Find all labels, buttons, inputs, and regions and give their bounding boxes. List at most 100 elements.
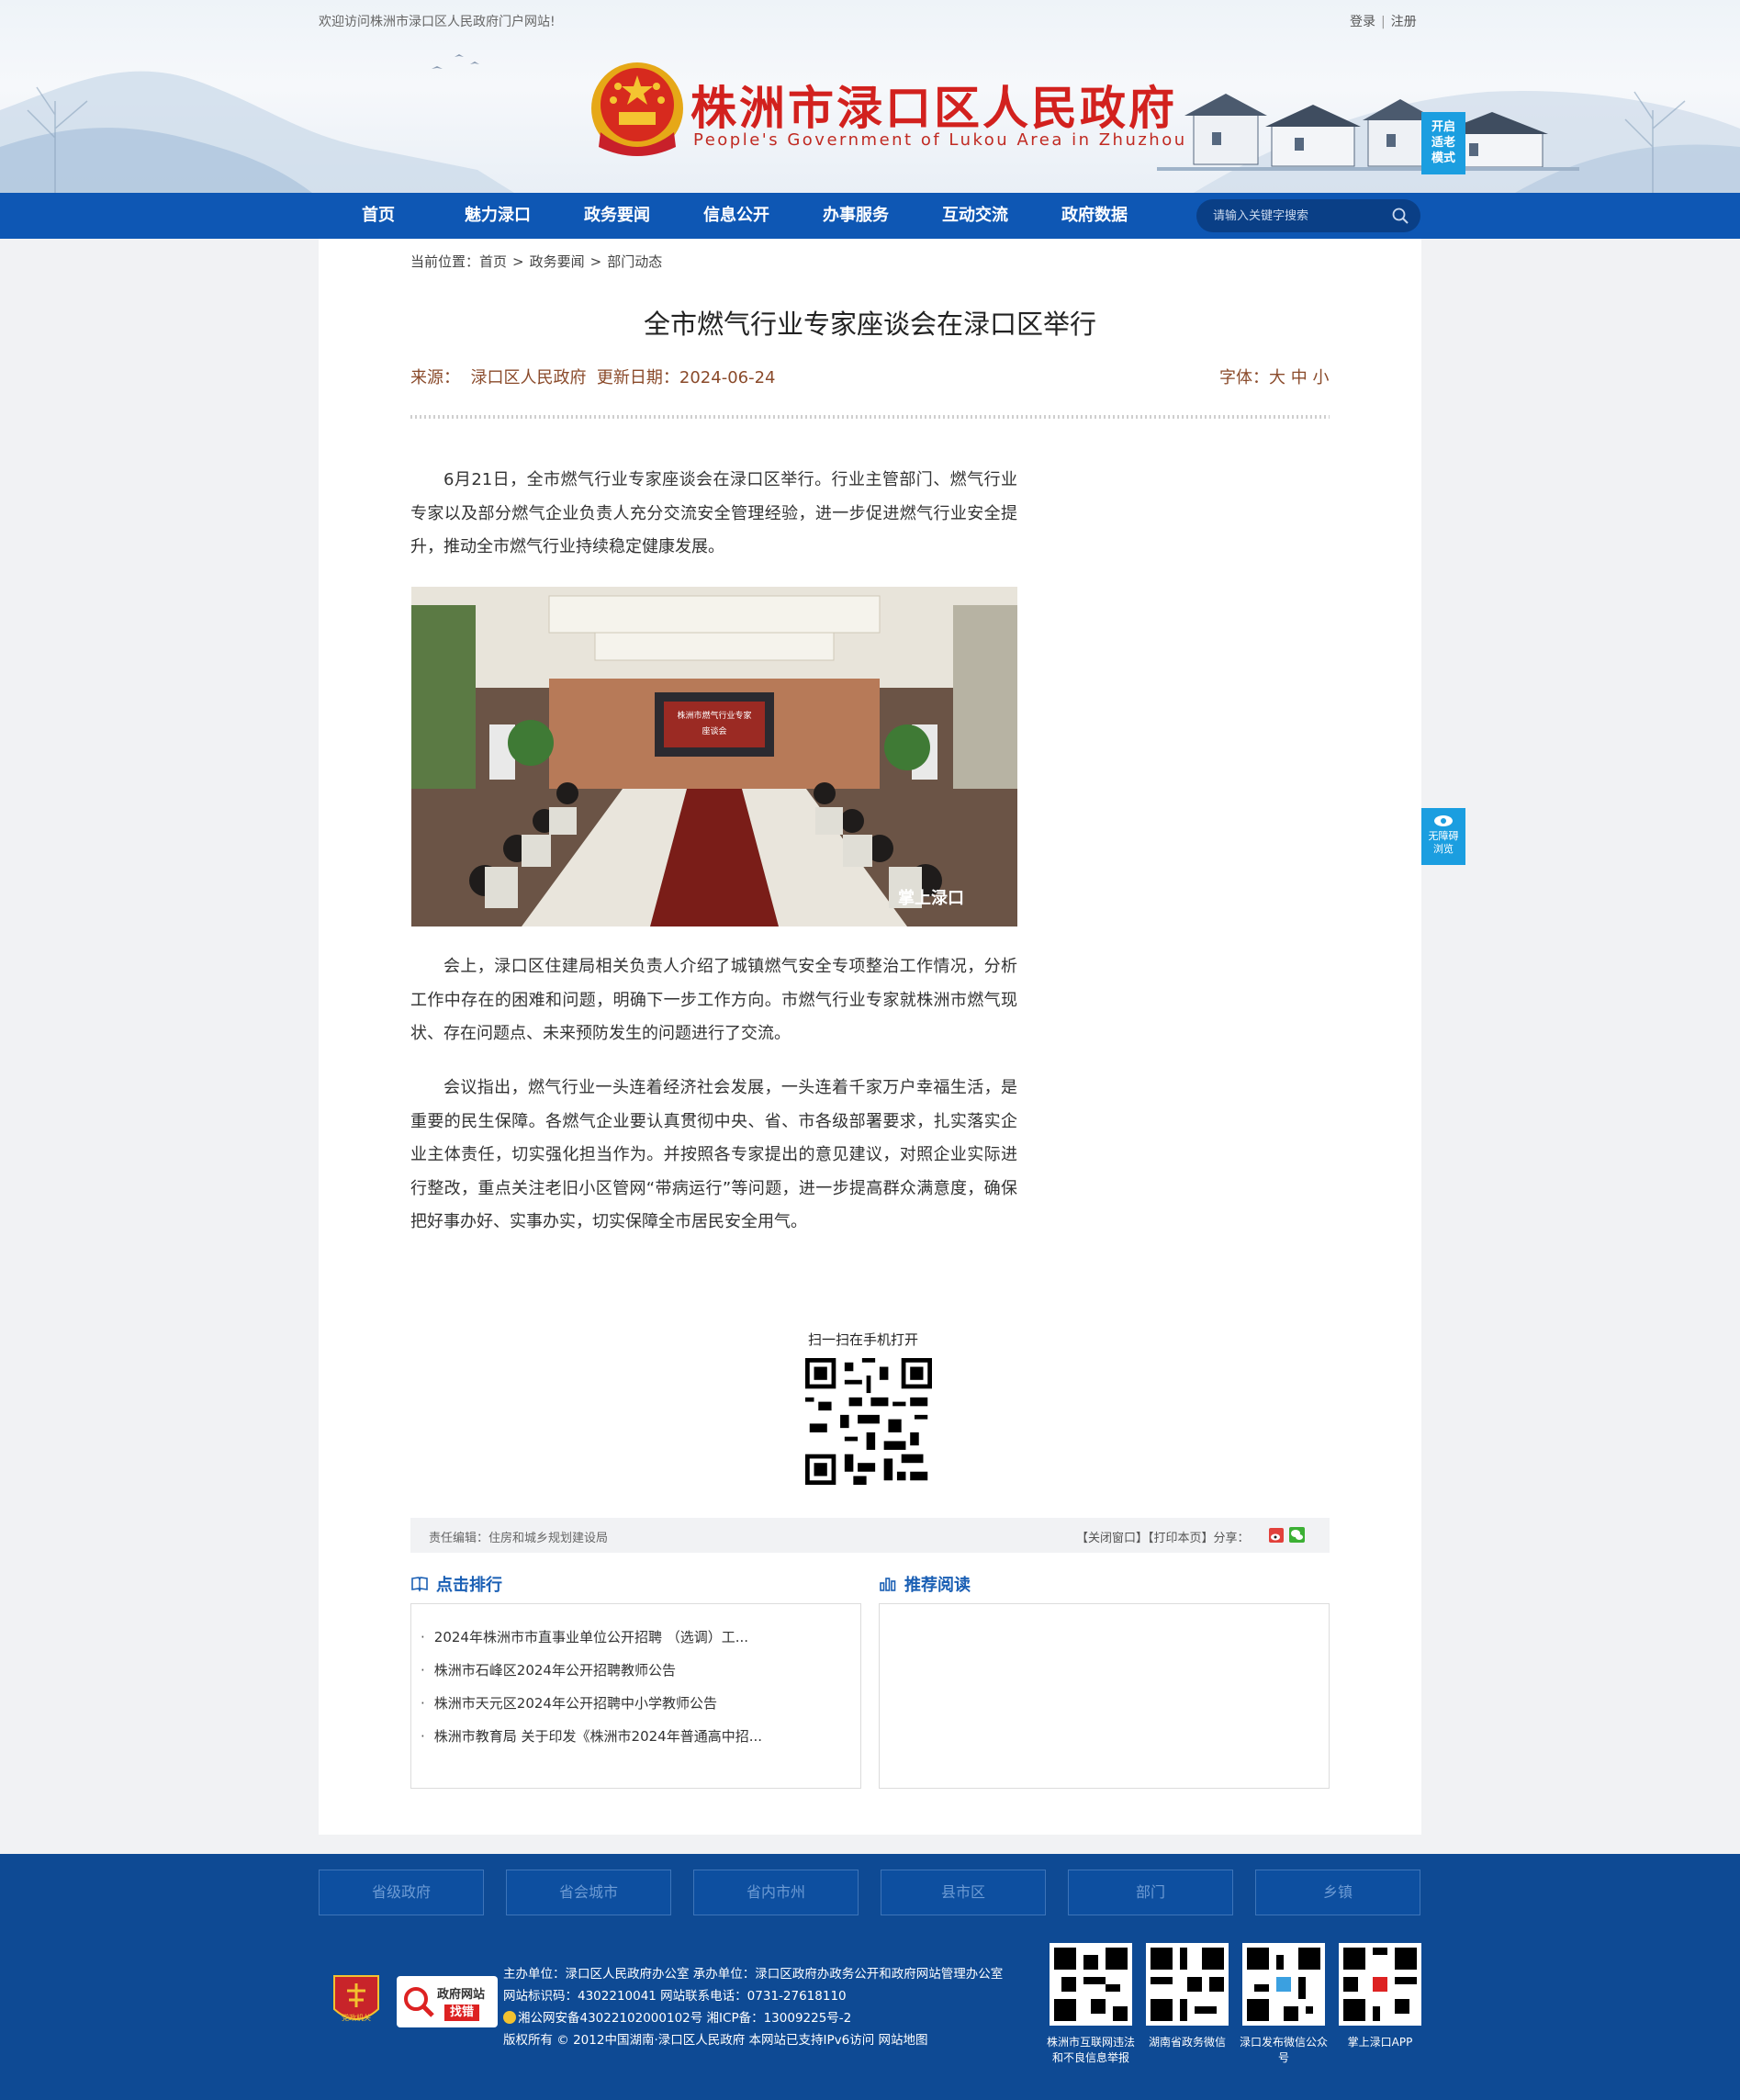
party-badge-text: 党政机关 <box>342 2013 371 2022</box>
eye-icon <box>1434 815 1453 826</box>
qr-label: 扫一扫在手机打开 <box>808 1331 919 1348</box>
nav-government-news[interactable]: 政务要闻 <box>584 193 650 239</box>
error-badge-line-1: 政府网站 <box>437 1988 486 2002</box>
article-tools: 【关闭窗口】【打印本页】分享： <box>1076 1528 1250 1545</box>
village-illustration <box>1157 94 1579 171</box>
meeting-photo-illustration: 株洲市燃气行业专家 座谈会 掌上渌口 <box>411 587 1017 926</box>
elder-mode-button[interactable]: 开启 适老 模式 <box>1421 112 1465 174</box>
error-badge-line-2: 找错 <box>444 2005 480 2021</box>
nav-home[interactable]: 首页 <box>362 193 395 239</box>
footer-link-departments[interactable]: 部门 <box>1068 1870 1233 1915</box>
footer-site-id: 网站标识码：4302210041 网站联系电话：0731-27618110 <box>503 1989 847 2004</box>
list-item[interactable]: 株洲市天元区2024年公开招聘中小学教师公告 <box>421 1687 860 1720</box>
list-item[interactable]: 2024年株洲市市直事业单位公开招聘 （选调）工... <box>421 1621 860 1654</box>
footer-icp: 湘公网安备43022102000102号 湘ICP备：13009225号-2 <box>503 2007 851 2026</box>
search-input[interactable] <box>1213 199 1387 232</box>
footer-link-counties[interactable]: 县市区 <box>881 1870 1046 1915</box>
nav-government-data[interactable]: 政府数据 <box>1061 193 1128 239</box>
footer-qr-label: 掌上渌口APP <box>1347 2036 1413 2049</box>
breadcrumb-dept[interactable]: 部门动态 <box>607 253 662 270</box>
share-label: 分享： <box>1213 1532 1250 1545</box>
font-size-large[interactable]: 大 <box>1269 368 1285 387</box>
breadcrumb-label: 当前位置： <box>410 253 480 270</box>
accessibility-button[interactable]: 无障碍 浏览 <box>1421 808 1465 865</box>
site-error-report-badge[interactable]: 政府网站 找错 <box>397 1976 498 2027</box>
footer-qr-label: 渌口发布微信公众号 <box>1239 2036 1328 2064</box>
close-window-link[interactable]: 【关闭窗口】 <box>1076 1532 1148 1545</box>
ranking-list-box: 2024年株洲市市直事业单位公开招聘 （选调）工... 株洲市石峰区2024年公… <box>410 1603 861 1789</box>
font-size-small[interactable]: 小 <box>1312 368 1329 387</box>
footer-icp-text[interactable]: 湘公网安备43022102000102号 湘ICP备：13009225号-2 <box>518 2011 851 2026</box>
site-title: 株洲市渌口区人民政府 <box>690 82 1177 135</box>
breadcrumb-separator: > <box>589 253 602 270</box>
article-paragraph: 会上，渌口区住建局相关负责人介绍了城镇燃气安全专项整治工作情况，分析工作中存在的… <box>410 957 1017 1043</box>
nav-charm-lukou[interactable]: 魅力渌口 <box>465 193 531 239</box>
register-link[interactable]: 注册 <box>1391 15 1417 29</box>
ranking-title: 点击排行 <box>436 1576 502 1595</box>
site-header: 欢迎访问株洲市渌口区人民政府门户网站! 登录 | 注册 株洲市渌口区人民政府 Peo… <box>0 0 1740 193</box>
party-government-badge-icon[interactable]: 党政机关 <box>331 1972 382 2029</box>
responsible-editor: 责任编辑：住房和城乡规划建设局 <box>429 1532 609 1545</box>
ranking-heading: 点击排行 <box>410 1572 502 1596</box>
footer-link-towns[interactable]: 乡镇 <box>1255 1870 1420 1915</box>
recommend-title: 推荐阅读 <box>904 1576 971 1595</box>
elder-mode-line-1: 开启 <box>1431 120 1455 134</box>
breadcrumb-home[interactable]: 首页 <box>479 253 507 270</box>
footer-copyright: 版权所有 © 2012中国湖南·渌口区人民政府 本网站已支持IPv6访问 网站地… <box>503 2033 928 2048</box>
bar-chart-icon <box>880 1578 896 1591</box>
site-subtitle: People's Government of Lukou Area in Zhu… <box>693 130 1187 150</box>
elder-mode-line-2: 适老 <box>1431 136 1455 150</box>
qr-code-icon <box>1054 1948 1128 2021</box>
footer-qr-app <box>1339 1943 1421 2026</box>
list-item[interactable]: 株洲市石峰区2024年公开招聘教师公告 <box>421 1654 860 1687</box>
footer-sponsor: 主办单位：渌口区人民政府办公室 承办单位：渌口区政府办政务公开和政府网站管理办公… <box>503 1967 1004 1982</box>
qr-code-icon <box>1247 1948 1320 2021</box>
footer-qr-lukou-wechat <box>1242 1943 1325 2026</box>
screen-text-line-2: 座谈会 <box>702 725 726 736</box>
screen-text-line-1: 株洲市燃气行业专家 <box>677 710 751 721</box>
font-size-switcher: 字体：大 中 小 <box>1219 365 1329 388</box>
breadcrumb-separator: > <box>512 253 524 270</box>
accessibility-line-1: 无障碍 <box>1428 830 1459 842</box>
footer-link-capitals[interactable]: 省会城市 <box>506 1870 671 1915</box>
divider <box>410 415 1330 419</box>
account-links: 登录 | 注册 <box>1350 12 1417 30</box>
divider: | <box>1381 15 1386 29</box>
wechat-share-icon[interactable] <box>1289 1527 1305 1543</box>
footer-link-provincial[interactable]: 省级政府 <box>319 1870 484 1915</box>
article-paragraph: 会议指出，燃气行业一头连着经济社会发展，一头连着千家万户幸福生活，是重要的民生保… <box>410 1078 1017 1231</box>
article-photo: 株洲市燃气行业专家 座谈会 掌上渌口 <box>411 587 1017 926</box>
nav-info-disclosure[interactable]: 信息公开 <box>703 193 769 239</box>
recommend-heading: 推荐阅读 <box>879 1572 971 1596</box>
national-emblem-icon <box>591 62 683 156</box>
book-icon <box>411 1577 428 1592</box>
photo-watermark: 掌上渌口 <box>898 888 964 908</box>
article-title: 全市燃气行业专家座谈会在渌口区举行 <box>643 309 1096 340</box>
article-paragraph: 6月21日，全市燃气行业专家座谈会在渌口区举行。行业主管部门、燃气行业专家以及部… <box>410 470 1017 556</box>
magnifier-icon <box>404 1987 434 2017</box>
breadcrumb-news[interactable]: 政务要闻 <box>530 253 585 270</box>
nav-interaction[interactable]: 互动交流 <box>942 193 1008 239</box>
recommend-list-box <box>879 1603 1330 1789</box>
font-size-label: 字体： <box>1219 368 1269 387</box>
qr-code-icon <box>1151 1948 1224 2021</box>
main-nav: 首页 魅力渌口 政务要闻 信息公开 办事服务 互动交流 政府数据 <box>0 193 1740 239</box>
footer-qr-label: 湖南省政务微信 <box>1148 2036 1226 2049</box>
font-size-medium[interactable]: 中 <box>1291 368 1308 387</box>
search-icon[interactable] <box>1391 207 1409 225</box>
article-meta: 来源： 渌口区人民政府 更新日期：2024-06-24 <box>410 368 776 387</box>
list-item[interactable]: 株洲市教育局 关于印发《株洲市2024年普通高中招... <box>421 1720 860 1753</box>
welcome-text: 欢迎访问株洲市渌口区人民政府门户网站! <box>319 15 556 29</box>
weibo-share-icon[interactable] <box>1269 1528 1284 1543</box>
elder-mode-line-3: 模式 <box>1431 152 1455 165</box>
print-page-link[interactable]: 【打印本页】 <box>1148 1532 1214 1545</box>
article-footer-bar: 责任编辑：住房和城乡规划建设局 【关闭窗口】【打印本页】分享： <box>410 1518 1330 1553</box>
search-box <box>1196 199 1420 232</box>
footer-qr-report <box>1050 1943 1132 2026</box>
qr-code-icon <box>1343 1948 1417 2021</box>
login-link[interactable]: 登录 <box>1350 15 1375 29</box>
footer-qr-label: 株洲市互联网违法和不良信息举报 <box>1046 2036 1135 2064</box>
breadcrumb: 当前位置：首页 > 政务要闻 > 部门动态 <box>410 252 662 271</box>
nav-services[interactable]: 办事服务 <box>823 193 889 239</box>
footer-link-cities[interactable]: 省内市州 <box>693 1870 859 1915</box>
